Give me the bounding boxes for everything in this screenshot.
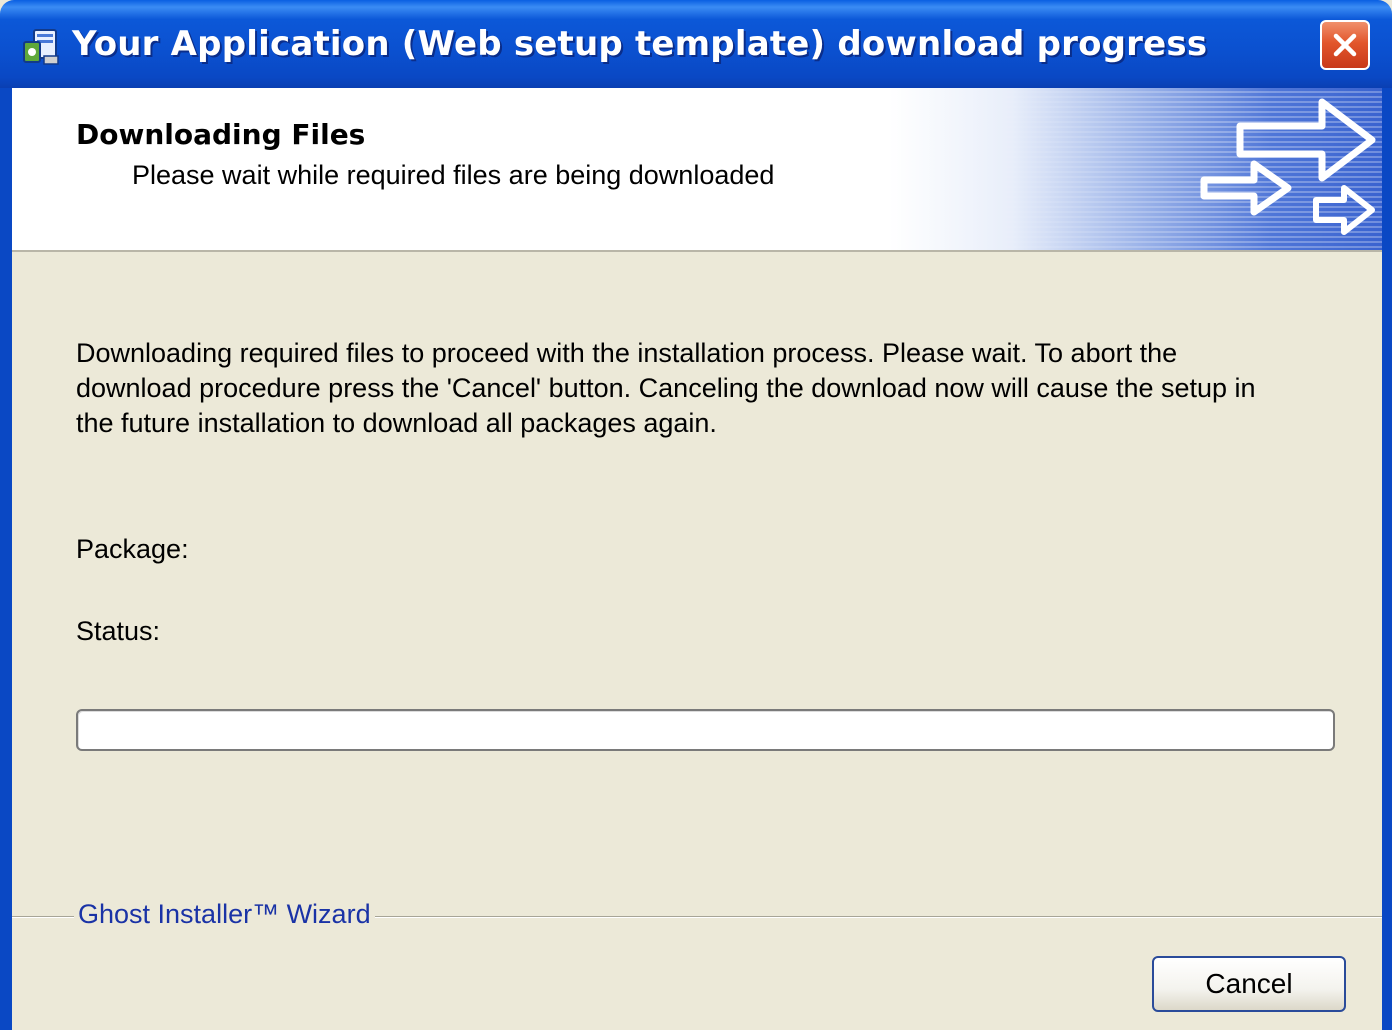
- page-subtitle: Please wait while required files are bei…: [132, 160, 775, 190]
- instructions-text: Downloading required files to proceed wi…: [76, 336, 1346, 441]
- instructions-line: download procedure press the 'Cancel' bu…: [76, 373, 1256, 403]
- title-bar[interactable]: Your Application (Web setup template) do…: [0, 0, 1392, 88]
- close-x-icon: [1333, 33, 1357, 57]
- arrows-graphic: [1200, 98, 1376, 235]
- close-button[interactable]: [1320, 20, 1370, 70]
- download-progress-window: Your Application (Web setup template) do…: [0, 0, 1392, 1030]
- download-progress-bar: [76, 709, 1335, 751]
- wizard-header: Downloading Files Please wait while requ…: [12, 88, 1382, 252]
- window-border-right: [1382, 88, 1392, 1030]
- setup-installer-icon: [23, 29, 59, 65]
- page-title: Downloading Files: [76, 118, 366, 151]
- instructions-line: Downloading required files to proceed wi…: [76, 338, 1178, 368]
- cancel-button[interactable]: Cancel: [1152, 956, 1346, 1012]
- brand-label: Ghost Installer™ Wizard: [74, 899, 375, 930]
- window-border-left: [0, 88, 12, 1030]
- window-title: Your Application (Web setup template) do…: [72, 24, 1208, 64]
- instructions-line: the future installation to download all …: [76, 408, 717, 438]
- package-label: Package:: [76, 534, 189, 564]
- status-label: Status:: [76, 616, 161, 646]
